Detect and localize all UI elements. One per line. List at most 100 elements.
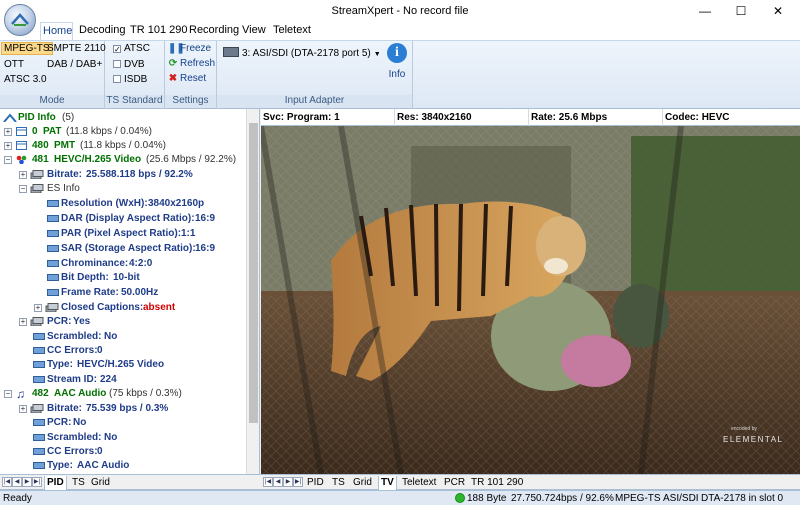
isdb-label: ISDB <box>124 74 148 85</box>
atsc-label: ATSC <box>124 43 150 54</box>
svc-key: Svc: <box>263 112 285 123</box>
refresh-button[interactable]: ⟳ Refresh <box>168 58 215 69</box>
video-cc-errors-value: 0 <box>97 345 103 356</box>
right-tab-teletext[interactable]: Teletext <box>400 476 438 490</box>
video-preview[interactable]: encoded by ELEMENTAL <box>261 126 800 474</box>
expand-icon[interactable]: + <box>19 171 27 179</box>
ribbon: MPEG-TS SMPTE 2110 OTT DAB / DAB+ ATSC 3… <box>0 40 800 109</box>
prev-tab-icon[interactable]: ◀ <box>12 477 22 487</box>
maximize-button[interactable]: ☐ <box>723 0 759 22</box>
first-tab-icon[interactable]: |◀ <box>263 477 273 487</box>
close-button[interactable]: ✕ <box>760 0 796 22</box>
audio-pcr-row: PCR: No <box>0 416 250 430</box>
tab-view[interactable]: View <box>240 22 268 40</box>
audio-type-value: AAC Audio <box>77 460 130 471</box>
collapse-icon[interactable]: − <box>4 390 12 398</box>
right-tab-pid[interactable]: PID <box>305 476 326 490</box>
audio-scrambled-value: No <box>104 432 118 443</box>
collapse-icon[interactable]: − <box>19 185 27 193</box>
audio-scrambled-row: Scrambled: No <box>0 431 250 445</box>
atsc-checkbox[interactable]: ✓ ATSC <box>113 43 150 54</box>
freeze-button[interactable]: ❚❚Freeze <box>168 43 211 54</box>
right-tab-tv[interactable]: TV <box>378 476 397 490</box>
tab-home[interactable]: Home <box>40 22 73 40</box>
last-tab-icon[interactable]: ▶| <box>293 477 303 487</box>
title-bar: StreamXpert - No record file — ☐ ✕ <box>0 0 800 22</box>
video-type-key: Type: <box>47 359 73 370</box>
audio-bitrate-row[interactable]: + Bitrate: 75.539 bps / 0.3% <box>0 402 250 416</box>
frame-rate-row: Frame Rate: 50.00Hz <box>0 286 250 300</box>
bit-depth-key: Bit Depth: <box>61 272 109 283</box>
right-tab-pcr[interactable]: PCR <box>442 476 467 490</box>
left-tab-pid[interactable]: PID <box>44 476 67 490</box>
next-tab-icon[interactable]: ▶ <box>22 477 32 487</box>
tab-decoding[interactable]: Decoding <box>77 22 127 40</box>
sar-row: SAR (Storage Aspect Ratio): 16:9 <box>0 242 250 256</box>
next-tab-icon[interactable]: ▶ <box>283 477 293 487</box>
tab-tr-101-290[interactable]: TR 101 290 <box>128 22 189 40</box>
video-bitrate-value: 25.588.118 bps / 92.2% <box>86 169 193 180</box>
expand-icon[interactable]: + <box>4 128 12 136</box>
reset-button[interactable]: ✖ Reset <box>168 73 206 84</box>
right-tab-tr-101-290[interactable]: TR 101 290 <box>469 476 525 490</box>
video-bitrate-row[interactable]: + Bitrate: 25.588.118 bps / 92.2% <box>0 168 250 182</box>
chrominance-value: 4:2:0 <box>129 258 153 269</box>
par-row: PAR (Pixel Aspect Ratio): 1:1 <box>0 227 250 241</box>
tree-root[interactable]: PID Info (5) <box>0 111 250 125</box>
mode-mpeg-ts[interactable]: MPEG-TS <box>1 42 53 55</box>
chrominance-row: Chrominance: 4:2:0 <box>0 257 250 271</box>
closed-captions-row[interactable]: + Closed Captions: absent <box>0 301 250 315</box>
stream-id-key: Stream ID: <box>47 374 98 385</box>
par-value: 1:1 <box>181 228 196 239</box>
tree-node-pmt[interactable]: + 480 PMT (11.8 kbps / 0.04%) <box>0 139 250 153</box>
left-tab-ts[interactable]: TS <box>70 476 87 490</box>
video-pcr-row[interactable]: + PCR: Yes <box>0 315 250 329</box>
tree-scrollbar[interactable] <box>246 109 259 474</box>
video-rate: (25.6 Mbps / 92.2%) <box>146 154 237 165</box>
expand-icon[interactable]: + <box>4 142 12 150</box>
expand-icon[interactable]: + <box>19 405 27 413</box>
input-adapter-dropdown[interactable]: 3: ASI/SDI (DTA-2178 port 5) ▼ <box>223 47 381 59</box>
tab-teletext[interactable]: Teletext <box>271 22 313 40</box>
app-menu-orb-icon[interactable] <box>4 4 36 36</box>
mode-atsc-3[interactable]: ATSC 3.0 <box>4 74 47 85</box>
status-ok-icon <box>455 493 465 503</box>
isdb-checkbox[interactable]: ISDB <box>113 74 147 85</box>
par-key: PAR (Pixel Aspect Ratio): <box>61 228 182 239</box>
checkbox-checked-icon: ✓ <box>113 45 121 54</box>
minimize-button[interactable]: — <box>687 0 723 22</box>
video-scrambled-value: No <box>104 331 118 342</box>
codec-key: Codec: <box>665 112 699 123</box>
mode-ott[interactable]: OTT <box>4 59 24 70</box>
collapse-icon[interactable]: − <box>4 156 12 164</box>
right-tab-ts[interactable]: TS <box>330 476 347 490</box>
expand-icon[interactable]: + <box>19 318 27 326</box>
expand-icon[interactable]: + <box>34 304 42 312</box>
res-cell: Res: 3840x2160 <box>395 109 529 126</box>
tree-node-video[interactable]: − 481 HEVC/H.265 Video (25.6 Mbps / 92.2… <box>0 153 250 167</box>
mode-smpte-2110[interactable]: SMPTE 2110 <box>47 43 106 54</box>
bit-depth-row: Bit Depth: 10-bit <box>0 271 250 285</box>
tab-recording[interactable]: Recording <box>187 22 241 40</box>
first-tab-icon[interactable]: |◀ <box>2 477 12 487</box>
video-scrambled-row: Scrambled: No <box>0 330 250 344</box>
info-label: Info <box>388 69 406 80</box>
audio-bitrate-key: Bitrate: <box>47 403 83 414</box>
refresh-label: Refresh <box>180 58 216 69</box>
info-button[interactable]: i Info <box>382 43 412 80</box>
dvb-checkbox[interactable]: DVB <box>113 59 145 70</box>
tree-node-audio[interactable]: − ♫ 482 AAC Audio (75 kbps / 0.3%) <box>0 387 250 401</box>
scrollbar-thumb[interactable] <box>249 123 258 423</box>
last-tab-icon[interactable]: ▶| <box>32 477 42 487</box>
right-tab-grid[interactable]: Grid <box>351 476 374 490</box>
tree-node-pat[interactable]: + 0 PAT (11.8 kbps / 0.04%) <box>0 125 250 139</box>
left-tab-grid[interactable]: Grid <box>89 476 112 490</box>
tiger-video-frame: encoded by ELEMENTAL <box>261 126 800 474</box>
mode-group: MPEG-TS SMPTE 2110 OTT DAB / DAB+ ATSC 3… <box>0 41 106 109</box>
es-info-row[interactable]: − ES Info <box>0 182 250 196</box>
prev-tab-icon[interactable]: ◀ <box>273 477 283 487</box>
status-bar: Ready 188 Byte 27.750.724bps / 92.6% MPE… <box>0 490 800 505</box>
antenna-icon <box>3 113 17 122</box>
rate-value: 25.6 Mbps <box>558 112 608 123</box>
mode-dab[interactable]: DAB / DAB+ <box>47 59 102 70</box>
